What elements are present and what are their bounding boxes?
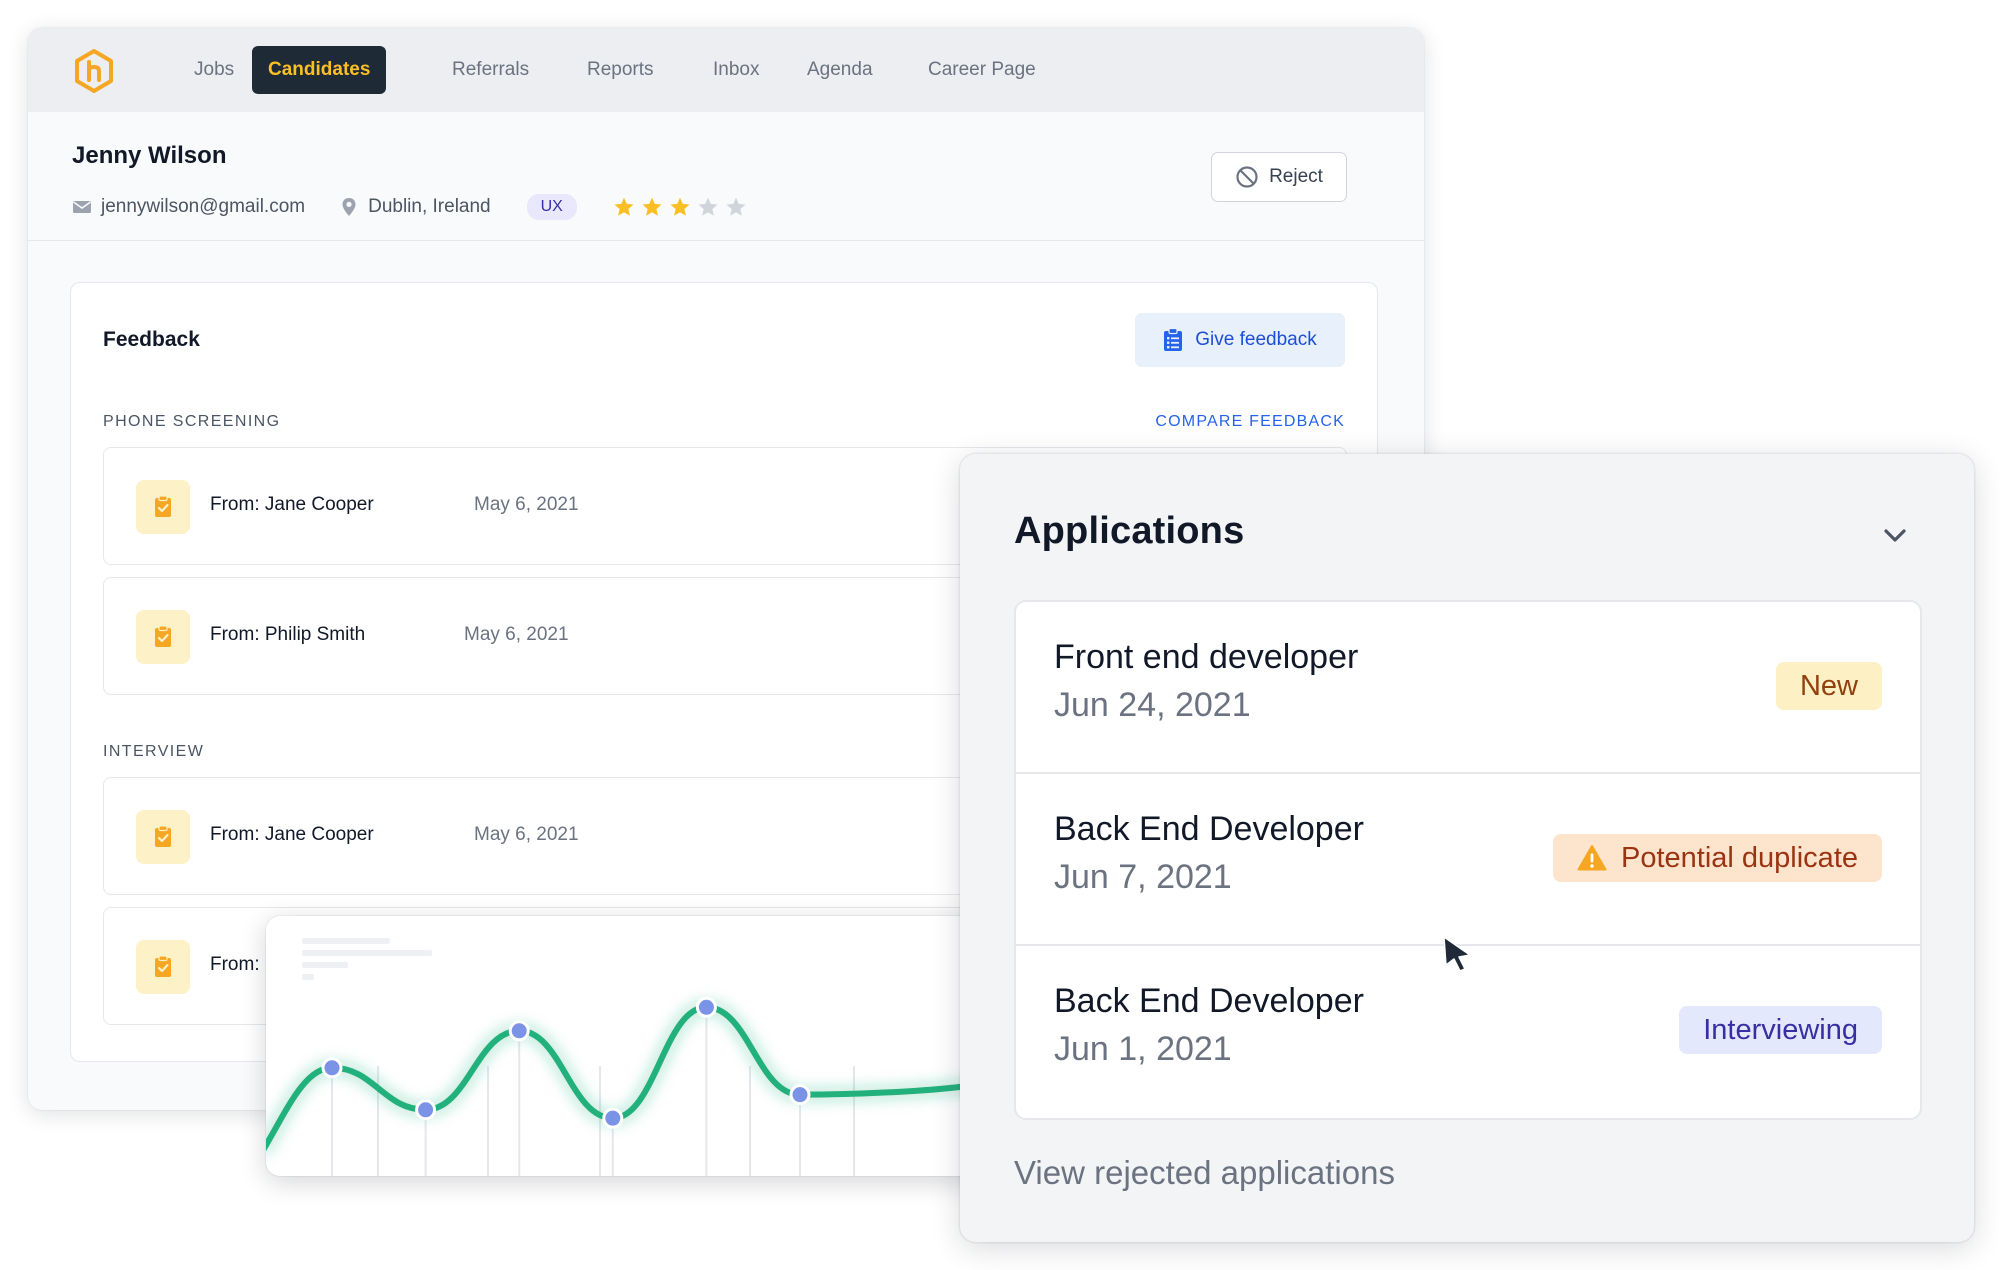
block-icon — [1236, 166, 1258, 188]
application-title: Back End Developer — [1054, 810, 1364, 848]
data-point[interactable] — [602, 1107, 624, 1129]
chevron-down-icon[interactable] — [1880, 520, 1910, 550]
candidate-tag: UX — [526, 194, 577, 220]
mail-icon — [73, 201, 91, 213]
application-date: Jun 24, 2021 — [1054, 686, 1251, 724]
application-row[interactable]: Front end developer Jun 24, 2021 New — [1016, 602, 1920, 774]
give-feedback-label: Give feedback — [1195, 329, 1317, 350]
clipboard-check-icon — [136, 610, 190, 664]
status-badge-label: Potential duplicate — [1621, 842, 1858, 874]
feedback-author: From: Jane Cooper — [210, 494, 374, 515]
nav-candidates[interactable]: Candidates — [252, 46, 387, 94]
warning-icon — [1577, 845, 1607, 871]
status-badge-label: New — [1799, 670, 1858, 702]
clipboard-check-icon — [136, 480, 190, 534]
nav-reports[interactable]: Reports — [571, 46, 670, 94]
feedback-title: Feedback — [103, 328, 200, 351]
mouse-cursor-icon — [1443, 936, 1471, 972]
give-feedback-button[interactable]: Give feedback — [1135, 313, 1345, 367]
data-point[interactable] — [789, 1084, 811, 1106]
feedback-author: From: Philip Smith — [210, 624, 366, 645]
section-label-phone-screening: PHONE SCREENING — [103, 413, 281, 430]
applications-title: Applications — [1014, 510, 1245, 552]
brand-logo-icon[interactable] — [72, 48, 116, 94]
view-rejected-applications-link[interactable]: View rejected applications — [1014, 1154, 1395, 1192]
nav-career-page[interactable]: Career Page — [912, 46, 1052, 94]
star-empty-icon[interactable] — [725, 196, 747, 218]
data-point[interactable] — [695, 996, 717, 1018]
application-title: Back End Developer — [1054, 982, 1364, 1020]
status-badge-new: New — [1775, 662, 1882, 710]
star-empty-icon[interactable] — [697, 196, 719, 218]
section-label-interview: INTERVIEW — [103, 743, 205, 760]
rating-stars[interactable] — [613, 196, 747, 218]
status-badge-duplicate: Potential duplicate — [1553, 834, 1882, 882]
compare-feedback-link[interactable]: COMPARE FEEDBACK — [1155, 413, 1345, 431]
application-date: Jun 7, 2021 — [1054, 858, 1232, 896]
candidate-email[interactable]: jennywilson@gmail.com — [101, 196, 305, 218]
nav-agenda[interactable]: Agenda — [791, 46, 889, 94]
feedback-date: May 6, 2021 — [464, 624, 569, 645]
data-point[interactable] — [415, 1099, 437, 1121]
data-point[interactable] — [321, 1057, 343, 1079]
clipboard-list-icon — [1164, 328, 1183, 351]
status-badge-interviewing: Interviewing — [1679, 1006, 1882, 1054]
feedback-author: From: — [210, 954, 260, 975]
nav-referrals[interactable]: Referrals — [436, 46, 545, 94]
placeholder-text-line — [302, 938, 390, 944]
trend-line-chart — [266, 938, 994, 1176]
placeholder-text-line — [302, 962, 348, 968]
star-filled-icon[interactable] — [641, 196, 663, 218]
clipboard-check-icon — [136, 940, 190, 994]
application-title: Front end developer — [1054, 638, 1359, 676]
nav-inbox[interactable]: Inbox — [697, 46, 775, 94]
placeholder-text-line — [302, 974, 314, 980]
reject-button[interactable]: Reject — [1211, 152, 1347, 202]
top-navigation: Jobs Candidates Referrals Reports Inbox … — [28, 28, 1424, 112]
application-date: Jun 1, 2021 — [1054, 1030, 1232, 1068]
data-point[interactable] — [508, 1020, 530, 1042]
candidate-name: Jenny Wilson — [72, 142, 227, 169]
feedback-date: May 6, 2021 — [474, 494, 579, 515]
star-filled-icon[interactable] — [613, 196, 635, 218]
candidate-location: Dublin, Ireland — [368, 196, 491, 217]
candidate-meta: jennywilson@gmail.com Dublin, Ireland UX — [72, 192, 747, 222]
reject-label: Reject — [1269, 166, 1323, 187]
candidate-header: Jenny Wilson jennywilson@gmail.com Dubli… — [28, 112, 1424, 241]
applications-list: Front end developer Jun 24, 2021 New Bac… — [1014, 600, 1922, 1120]
applications-panel: Applications Front end developer Jun 24,… — [960, 454, 1974, 1242]
clipboard-check-icon — [136, 810, 190, 864]
star-filled-icon[interactable] — [669, 196, 691, 218]
feedback-author: From: Jane Cooper — [210, 824, 374, 845]
placeholder-text-line — [302, 950, 432, 956]
nav-jobs[interactable]: Jobs — [178, 46, 250, 94]
status-badge-label: Interviewing — [1703, 1014, 1858, 1046]
location-pin-icon — [342, 198, 356, 216]
feedback-date: May 6, 2021 — [474, 824, 579, 845]
application-row[interactable]: Back End Developer Jun 7, 2021 Potential… — [1016, 774, 1920, 946]
trend-chart-card — [266, 916, 994, 1176]
